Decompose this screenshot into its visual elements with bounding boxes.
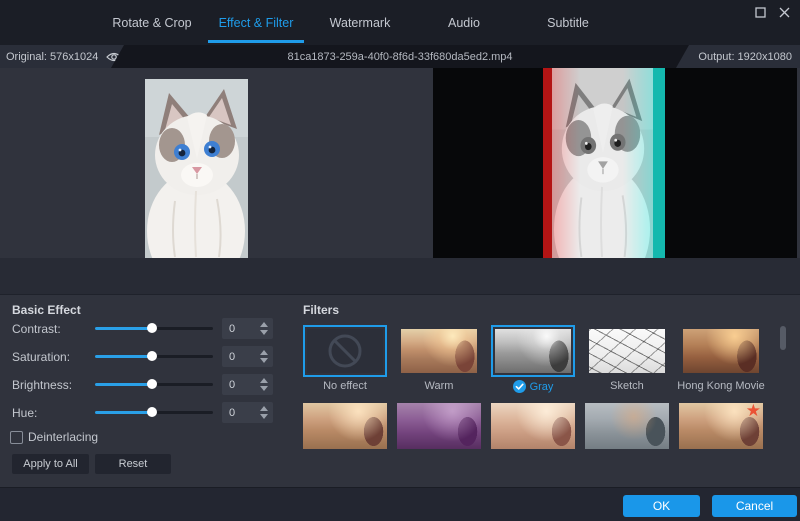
- tab-label: Effect & Filter: [218, 15, 294, 30]
- original-resolution-badge: Original: 576x1024: [0, 45, 124, 68]
- filter-gray-label[interactable]: Gray: [491, 380, 575, 393]
- spin-up-icon[interactable]: [259, 322, 268, 327]
- hue-spinner[interactable]: 0: [222, 402, 273, 423]
- filter-warm-label[interactable]: Warm: [397, 380, 481, 392]
- tab-effect-filter[interactable]: Effect & Filter: [204, 0, 308, 45]
- tab-audio[interactable]: Audio: [412, 0, 516, 45]
- filters-title: Filters: [303, 303, 340, 317]
- star-icon: ★: [745, 401, 761, 420]
- filter-thumb-row2-2[interactable]: [397, 403, 481, 449]
- active-tab-underline: [208, 40, 304, 43]
- spin-down-icon[interactable]: [259, 330, 268, 335]
- footer-bar: OK Cancel: [0, 487, 800, 521]
- eye-icon: [106, 51, 122, 63]
- hue-value: 0: [229, 406, 236, 419]
- warm-thumbnail: [401, 329, 477, 373]
- brightness-spinner[interactable]: 0: [222, 374, 273, 395]
- apply-to-all-button[interactable]: Apply to All: [12, 454, 89, 474]
- tab-rotate-crop[interactable]: Rotate & Crop: [100, 0, 204, 45]
- saturation-label: Saturation:: [12, 350, 71, 364]
- spin-up-icon[interactable]: [259, 378, 268, 383]
- original-resolution: Original: 576x1024: [6, 50, 99, 63]
- sketch-thumbnail: [589, 329, 665, 373]
- hue-label: Hue:: [12, 406, 38, 420]
- hue-slider[interactable]: [95, 407, 213, 418]
- brightness-slider-thumb[interactable]: [146, 379, 157, 389]
- hue-slider-thumb[interactable]: [146, 407, 157, 417]
- info-bar: Original: 576x1024 81ca1873-259a-40f0-8f…: [0, 45, 800, 68]
- tab-label: Subtitle: [547, 15, 589, 30]
- playback-bar: 00:00:02.19/00:00:05.14: [0, 258, 800, 295]
- adjustment-panel: Basic Effect Contrast: 0 Saturation: 0 B…: [0, 295, 800, 487]
- filter-hong-kong-movie-label[interactable]: Hong Kong Movie: [677, 380, 764, 392]
- saturation-slider[interactable]: [95, 351, 213, 362]
- filter-thumb-row2-5[interactable]: ★: [679, 401, 763, 449]
- close-button[interactable]: [776, 4, 792, 20]
- filter-hong-kong-movie[interactable]: [679, 325, 763, 377]
- contrast-label: Contrast:: [12, 322, 61, 336]
- saturation-value: 0: [229, 350, 236, 363]
- output-resolution-badge: Output: 1920x1080: [676, 45, 800, 68]
- tab-subtitle[interactable]: Subtitle: [516, 0, 620, 45]
- spin-down-icon[interactable]: [259, 386, 268, 391]
- brightness-label: Brightness:: [12, 378, 73, 392]
- ok-button[interactable]: OK: [623, 495, 700, 517]
- saturation-spinner[interactable]: 0: [222, 346, 273, 367]
- maximize-button[interactable]: [752, 4, 768, 20]
- maximize-icon: [754, 6, 766, 18]
- saturation-slider-thumb[interactable]: [146, 351, 157, 361]
- preview-area: [0, 68, 800, 258]
- spin-up-icon[interactable]: [259, 406, 268, 411]
- spin-down-icon[interactable]: [259, 358, 268, 363]
- basic-effect-title: Basic Effect: [12, 303, 81, 317]
- deinterlacing-checkbox[interactable]: [10, 431, 23, 444]
- filter-thumb-row2-3[interactable]: [491, 403, 575, 449]
- brightness-slider[interactable]: [95, 379, 213, 390]
- deinterlacing-label: Deinterlacing: [28, 430, 99, 444]
- contrast-slider[interactable]: [95, 323, 213, 334]
- filtered-video-preview: [543, 68, 665, 258]
- filter-thumb-row2-1[interactable]: [303, 403, 387, 449]
- spin-up-icon[interactable]: [259, 350, 268, 355]
- spin-down-icon[interactable]: [259, 414, 268, 419]
- tab-watermark[interactable]: Watermark: [308, 0, 412, 45]
- reset-button[interactable]: Reset: [95, 454, 171, 474]
- filter-warm[interactable]: [397, 325, 481, 377]
- tab-bar: Rotate & Crop Effect & Filter Watermark …: [100, 0, 620, 45]
- effect-filter-dialog: Rotate & Crop Effect & Filter Watermark …: [0, 0, 800, 521]
- filter-no-effect[interactable]: [303, 325, 387, 377]
- contrast-value: 0: [229, 322, 236, 335]
- brightness-value: 0: [229, 378, 236, 391]
- contrast-spinner[interactable]: 0: [222, 318, 273, 339]
- filter-thumb-row2-4[interactable]: [585, 403, 669, 449]
- gray-thumbnail: [495, 329, 571, 373]
- original-video-preview: [145, 79, 248, 258]
- filters-scrollbar[interactable]: [780, 326, 786, 350]
- tab-label: Watermark: [329, 15, 391, 30]
- close-icon: [779, 7, 789, 17]
- anaglyph-cyan-band: [653, 68, 665, 258]
- video-filename: 81ca1873-259a-40f0-8f6d-33f680da5ed2.mp4: [287, 50, 513, 63]
- anaglyph-tint-overlay: [552, 68, 653, 258]
- tab-label: Audio: [448, 15, 480, 30]
- filter-sketch-label[interactable]: Sketch: [585, 380, 669, 392]
- contrast-slider-thumb[interactable]: [146, 323, 157, 333]
- filter-gray[interactable]: [491, 325, 575, 377]
- cancel-button[interactable]: Cancel: [712, 495, 797, 517]
- anaglyph-red-band: [543, 68, 552, 258]
- title-bar: Rotate & Crop Effect & Filter Watermark …: [0, 0, 800, 45]
- filter-no-effect-label[interactable]: No effect: [303, 380, 387, 392]
- tab-label: Rotate & Crop: [112, 15, 192, 30]
- no-effect-icon: [328, 334, 362, 368]
- output-video-panel: [433, 68, 797, 258]
- selected-check-icon: [512, 380, 526, 393]
- hong-kong-movie-thumbnail: [683, 329, 759, 373]
- output-resolution: Output: 1920x1080: [698, 50, 792, 63]
- filter-sketch[interactable]: [585, 325, 669, 377]
- preview-eye-button[interactable]: [106, 51, 122, 63]
